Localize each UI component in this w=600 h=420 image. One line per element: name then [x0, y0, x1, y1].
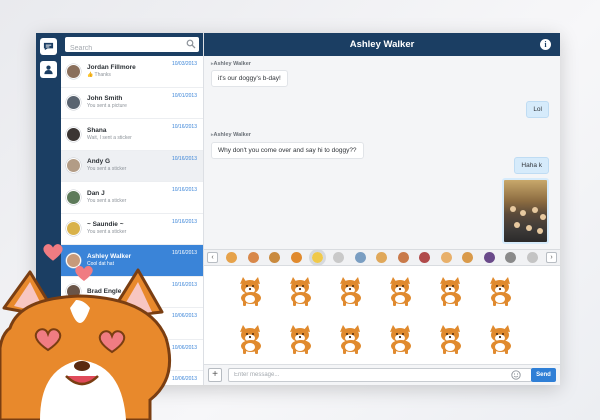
conversation-date: 10/16/2013 [171, 218, 197, 225]
sticker-pack-tab[interactable] [419, 252, 431, 263]
conversation-date: 10/03/2013 [171, 61, 197, 67]
message-thread: Ashley Walker it's our doggy's b-day! Lo… [204, 56, 560, 249]
sticker-pack-tab[interactable] [376, 252, 388, 263]
conversation-date: 10/06/2013 [171, 344, 197, 351]
sticker-pack-tab[interactable] [247, 252, 259, 263]
corgi-sticker[interactable] [434, 322, 468, 356]
chat-title: Ashley Walker [349, 39, 415, 50]
avatar [66, 63, 81, 79]
sticker-grid [204, 266, 560, 364]
sticker-pack-tab[interactable] [462, 252, 474, 263]
search-bar [61, 33, 203, 56]
conversation-date: 10/16/2013 [171, 155, 197, 162]
sticker-pack-tabs: ‹ › [204, 249, 560, 266]
conversation-item[interactable]: Dan J You sent a sticker 10/16/2013 [61, 182, 203, 214]
tabs-next-button[interactable]: › [546, 252, 557, 263]
avatar [66, 158, 81, 174]
message-sender: Ashley Walker [211, 132, 251, 138]
conversation-date: 10/16/2013 [171, 281, 197, 288]
sticker-pack-tab[interactable] [290, 252, 302, 263]
sticker-pack-tab[interactable] [226, 252, 238, 263]
conversation-date: 10/16/2013 [171, 250, 197, 256]
sticker-pack-tab[interactable] [526, 252, 538, 263]
avatar [66, 221, 81, 237]
last-message-preview: You sent a sticker [87, 166, 127, 173]
conversation-date: 10/06/2013 [171, 313, 197, 319]
last-message-preview: Wait, I sent a sticker [87, 134, 132, 141]
chat-bubble-icon [43, 42, 54, 51]
last-message-preview: You sent a picture [87, 103, 127, 110]
person-icon [44, 65, 53, 75]
conversation-date: 10/01/2013 [171, 92, 197, 99]
corgi-sticker[interactable] [434, 274, 468, 308]
corgi-mascot-illustration [0, 268, 172, 420]
last-message-preview: You sent a sticker [87, 229, 127, 236]
sticker-pack-tab[interactable] [397, 252, 409, 263]
corgi-sticker[interactable] [384, 274, 418, 308]
last-message-preview: You sent a sticker [87, 197, 127, 204]
sticker-pack-tab[interactable] [440, 252, 452, 263]
emoji-icon[interactable] [511, 370, 521, 380]
conversation-item[interactable]: Shana Wait, I sent a sticker 10/16/2013 [61, 119, 203, 151]
sticker-pack-tab[interactable] [333, 252, 345, 263]
corgi-sticker[interactable] [334, 274, 368, 308]
incoming-message: it's our doggy's b-day! [211, 70, 288, 87]
contact-name: Shana [87, 126, 107, 134]
avatar [66, 95, 81, 111]
message-sender: Ashley Walker [211, 61, 251, 67]
sticker-pack-strip [218, 249, 546, 266]
outgoing-message: Haha k [514, 157, 549, 174]
sticker-pack-tab[interactable] [309, 249, 327, 266]
heart-icon [43, 244, 63, 261]
contact-name: Andy G [87, 158, 111, 166]
message-input-bar: + Send [204, 364, 560, 385]
conversation-item[interactable]: John Smith You sent a picture 10/01/2013 [61, 88, 203, 119]
sticker-pack-tab[interactable] [354, 252, 366, 263]
corgi-sticker[interactable] [384, 322, 418, 356]
contact-name: Jordan Fillmore [87, 63, 136, 71]
tabs-prev-button[interactable]: ‹ [207, 252, 218, 263]
chats-nav-button[interactable] [40, 38, 57, 55]
shared-photo[interactable] [502, 178, 549, 244]
sticker-pack-tab[interactable] [269, 252, 281, 263]
conversation-date: 10/16/2013 [171, 124, 197, 130]
corgi-sticker[interactable] [284, 322, 318, 356]
avatar [66, 189, 81, 205]
conversation-date: 10/06/2013 [171, 376, 197, 382]
conversation-date: 10/16/2013 [171, 187, 197, 193]
send-button[interactable]: Send [531, 368, 556, 382]
conversation-item[interactable]: Andy G You sent a sticker 10/16/2013 [61, 150, 203, 182]
corgi-sticker[interactable] [284, 274, 318, 308]
contact-name: John Smith [87, 95, 123, 103]
corgi-sticker[interactable] [484, 322, 518, 356]
conversation-item[interactable]: Jordan Fillmore 👍 Thanks 10/03/2013 [61, 56, 203, 88]
attach-button[interactable]: + [208, 368, 222, 382]
corgi-sticker[interactable] [334, 322, 368, 356]
contact-name: Dan J [87, 189, 105, 197]
last-message-preview: 👍 Thanks [87, 71, 111, 78]
sticker-pack-tab[interactable] [483, 252, 495, 263]
conversation-item[interactable]: ~ Saundie ~ You sent a sticker 10/16/2013 [61, 214, 203, 245]
chat-header: Ashley Walker i [204, 33, 560, 56]
search-icon[interactable] [186, 39, 196, 49]
incoming-message: Why don't you come over and say hi to do… [211, 142, 364, 159]
search-input[interactable] [65, 41, 199, 56]
contacts-nav-button[interactable] [40, 61, 57, 78]
message-input[interactable] [228, 368, 532, 382]
contact-name: Ashley Walker [87, 252, 132, 260]
corgi-sticker[interactable] [234, 274, 268, 308]
sticker-pack-tab[interactable] [505, 252, 517, 263]
corgi-sticker[interactable] [234, 322, 268, 356]
outgoing-message: Lol [526, 101, 549, 118]
search-box [65, 37, 199, 56]
contact-name: ~ Saundie ~ [87, 221, 124, 229]
info-icon[interactable]: i [540, 39, 551, 50]
avatar [66, 126, 81, 142]
corgi-sticker[interactable] [484, 274, 518, 308]
chat-panel: Ashley Walker i Ashley Walker it's our d… [204, 33, 560, 385]
